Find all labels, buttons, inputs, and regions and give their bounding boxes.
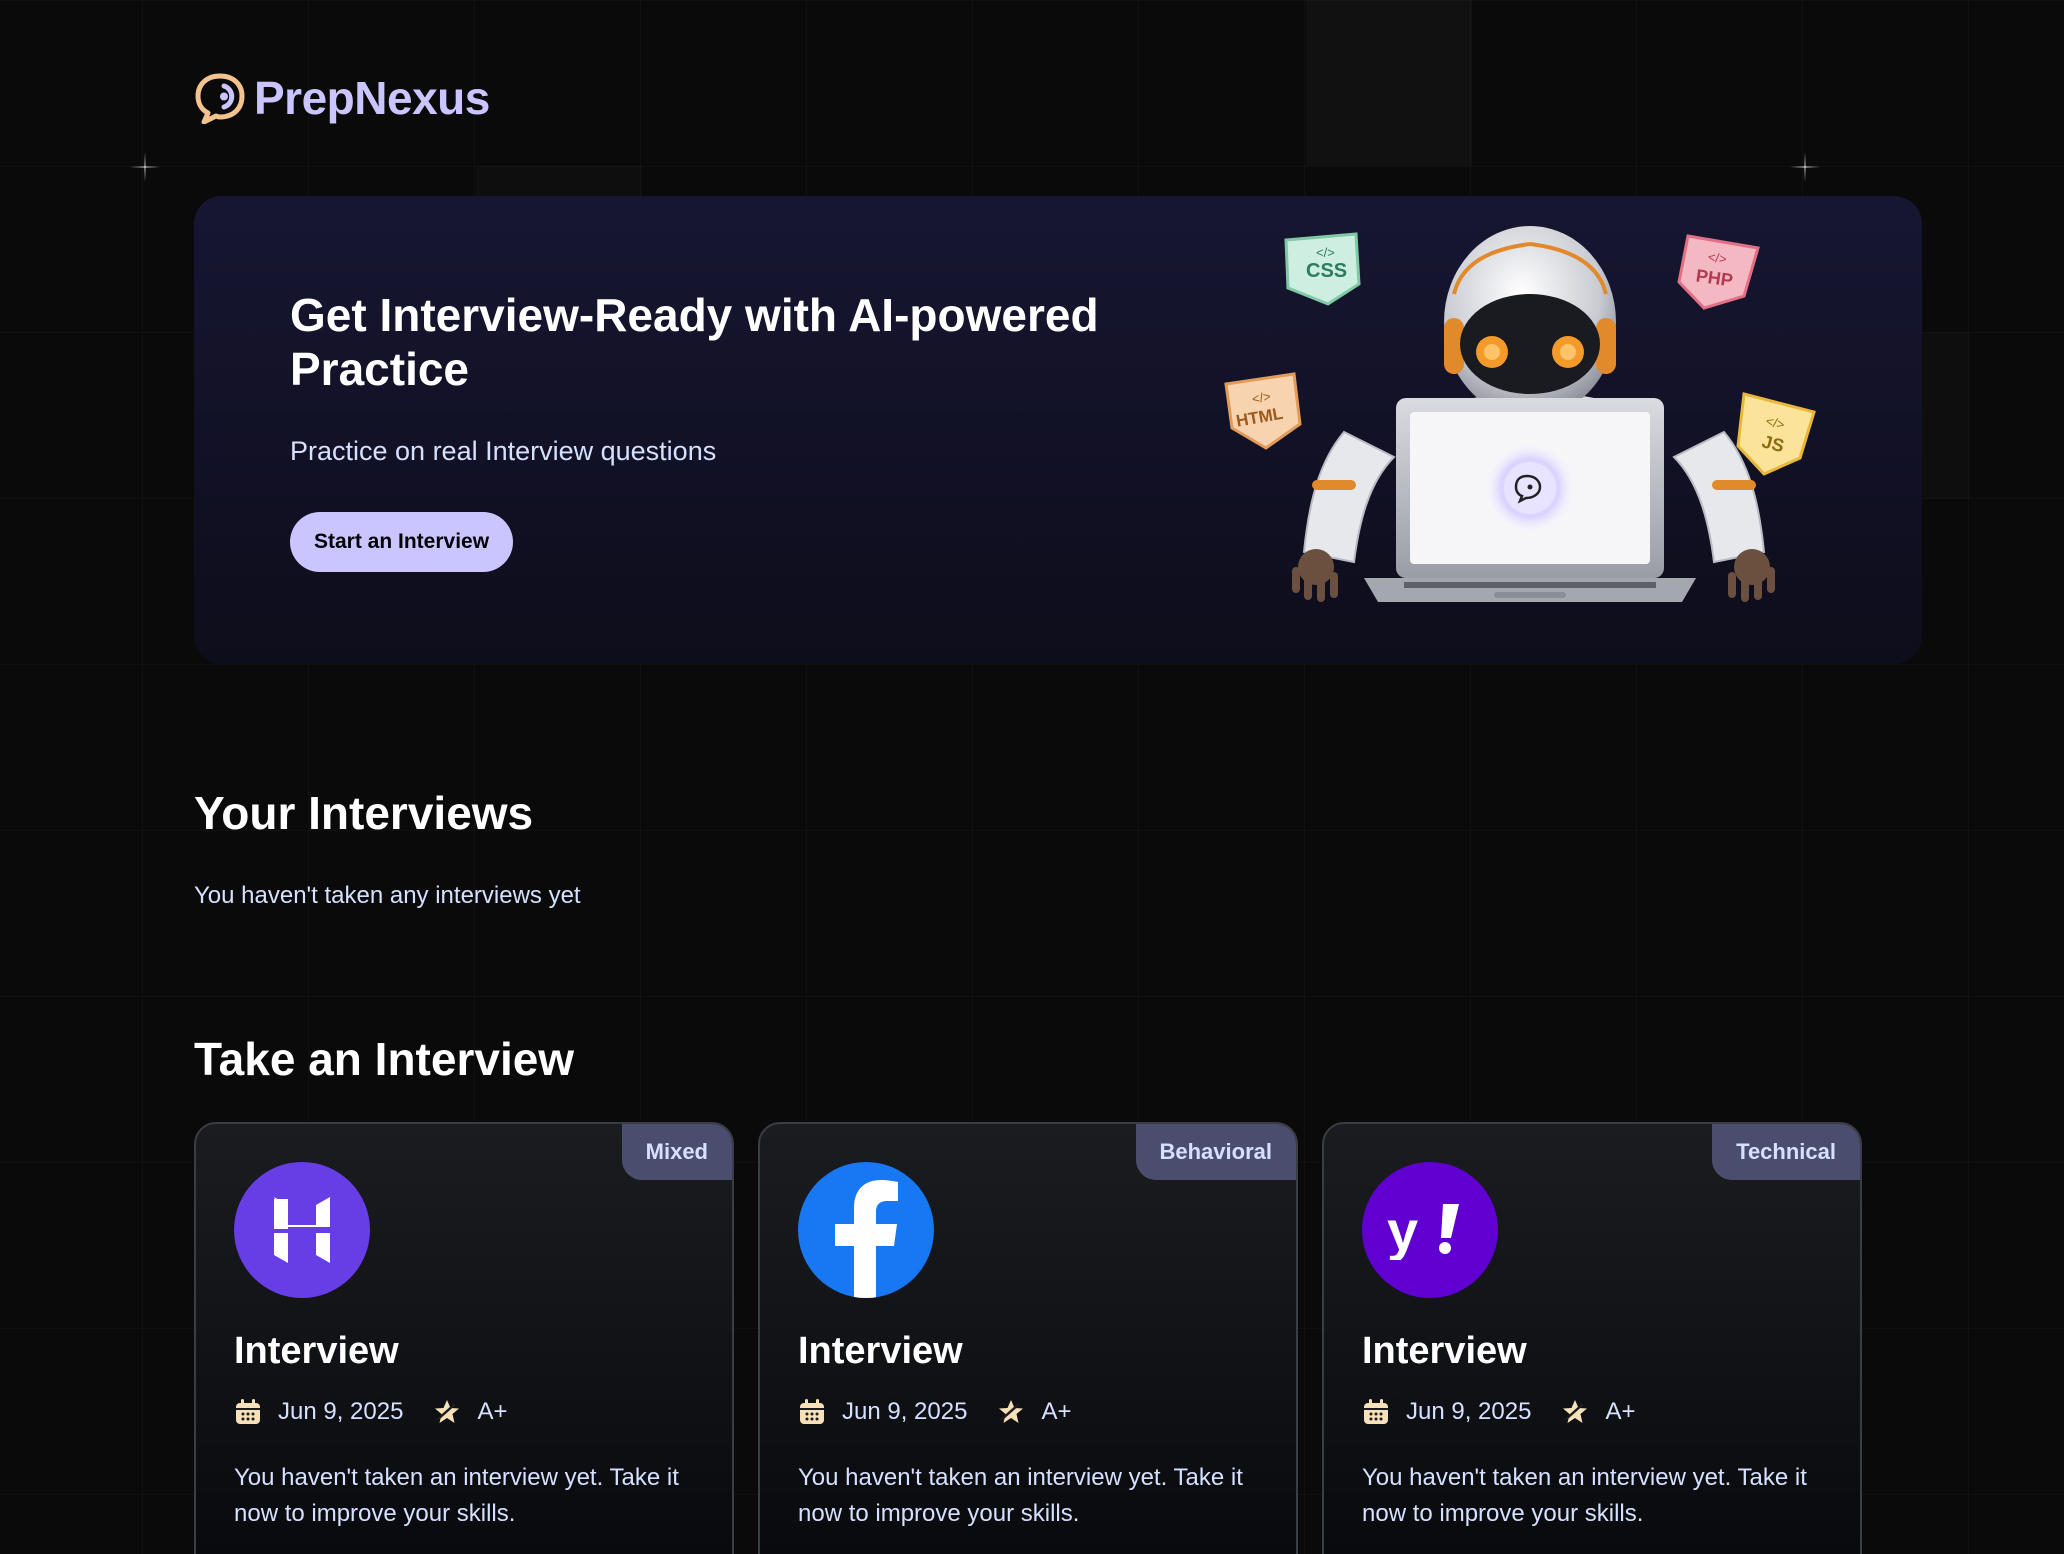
interview-card-title: Interview [234, 1330, 399, 1372]
interview-card-title: Interview [798, 1330, 963, 1372]
interview-date: Jun 9, 2025 [842, 1398, 968, 1425]
facebook-logo-icon [798, 1162, 934, 1298]
hero-subtitle: Practice on real Interview questions [290, 436, 717, 466]
hero-title: Get Interview-Ready with AI-powered Prac… [290, 289, 1099, 395]
css-badge-label: CSS [1306, 260, 1347, 282]
interview-type-badge: Technical [1712, 1124, 1860, 1180]
interview-card-description: You haven't taken an interview yet. Take… [1362, 1464, 1807, 1527]
brand-name: PrepNexus [254, 72, 490, 124]
interview-card-meta: Jun 9, 2025 A+ [1362, 1398, 1635, 1426]
svg-text:</>: </> [1316, 245, 1335, 260]
interview-card[interactable]: Behavioral Interview Jun 9, 2025 A+ You [758, 1122, 1298, 1554]
no-interviews-message: You haven't taken any interviews yet [194, 882, 581, 909]
brand-logo[interactable]: PrepNexus [194, 70, 490, 126]
interview-card-meta: Jun 9, 2025 A+ [798, 1398, 1071, 1426]
interview-card-description: You haven't taken an interview yet. Take… [234, 1464, 679, 1527]
js-badge-icon: JS </> [1736, 392, 1816, 476]
star-icon [435, 1400, 460, 1423]
interview-type-badge: Behavioral [1135, 1124, 1296, 1180]
sparkle-icon [130, 152, 160, 182]
html-badge-icon: HTML </> [1224, 372, 1302, 450]
interview-card-description: You haven't taken an interview yet. Take… [798, 1464, 1243, 1527]
start-interview-button[interactable]: Start an Interview [290, 512, 514, 572]
your-interviews-title: Your Interviews [194, 787, 534, 839]
chat-bubble-logo-icon [195, 73, 245, 124]
svg-text:</>: </> [1707, 249, 1728, 266]
interview-date: Jun 9, 2025 [278, 1398, 404, 1425]
interview-card-meta: Jun 9, 2025 A+ [234, 1398, 507, 1426]
interview-date: Jun 9, 2025 [1406, 1398, 1532, 1425]
calendar-icon [236, 1399, 260, 1424]
calendar-icon [800, 1399, 824, 1424]
sparkle-icon [1790, 152, 1820, 182]
css-badge-icon: CSS </> [1284, 232, 1361, 306]
hero-banner: Get Interview-Ready with AI-powered Prac… [194, 196, 1922, 664]
interview-card[interactable]: Mixed Interview Jun 9, 2025 A+ You haven… [194, 1122, 734, 1554]
star-icon [999, 1400, 1024, 1423]
interview-score: A+ [477, 1398, 508, 1425]
interview-score: A+ [1041, 1398, 1072, 1425]
calendar-icon [1364, 1399, 1388, 1424]
svg-text:y: y [1387, 1200, 1418, 1260]
robot-laptop-illustration: CSS </> PHP </> HTML </> JS </> [1224, 226, 1816, 602]
interview-score: A+ [1605, 1398, 1636, 1425]
hostinger-logo-icon [234, 1162, 370, 1298]
interview-card-title: Interview [1362, 1330, 1527, 1372]
star-icon [1563, 1400, 1588, 1423]
php-badge-icon: PHP </> [1677, 234, 1760, 310]
background-tile [1306, 0, 1472, 166]
take-interview-title: Take an Interview [194, 1033, 575, 1085]
interview-card[interactable]: Technical y Interview Jun 9, 2025 A+ You… [1322, 1122, 1862, 1554]
yahoo-logo-icon: y [1362, 1162, 1498, 1298]
interview-type-badge: Mixed [621, 1124, 732, 1180]
